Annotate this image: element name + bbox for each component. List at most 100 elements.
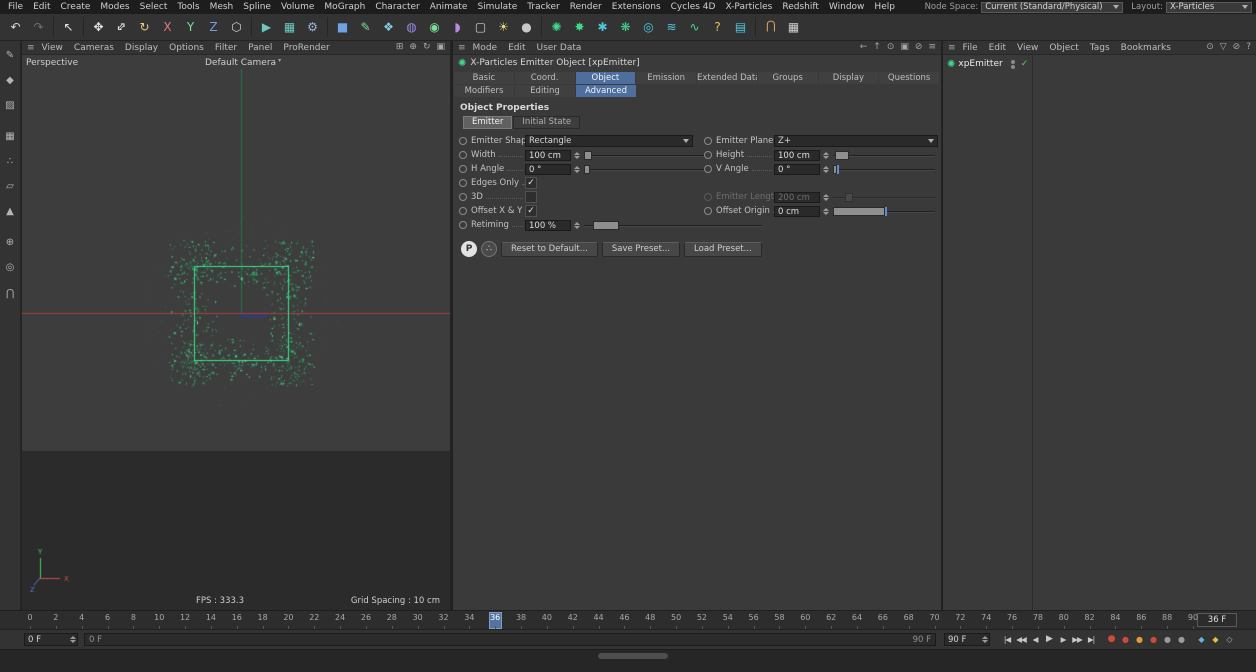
insydium-logo-button[interactable]: P (461, 241, 477, 257)
viewport-menu-options[interactable]: Options (169, 43, 204, 53)
offset-x-y-checkbox[interactable]: ✓ (525, 205, 537, 217)
frame-label-68[interactable]: 68 (904, 613, 914, 622)
live-selection-icon[interactable]: ↖ (57, 16, 80, 39)
frame-label-24[interactable]: 24 (335, 613, 345, 622)
menubar-item-select[interactable]: Select (140, 2, 168, 12)
height-field[interactable]: 100 cm (774, 150, 820, 161)
filter-icon[interactable]: ▽ (1220, 43, 1227, 52)
frame-label-58[interactable]: 58 (774, 613, 784, 622)
attributes-menu-mode[interactable]: Mode (473, 43, 498, 53)
viewport-menu-display[interactable]: Display (125, 43, 158, 53)
frame-label-66[interactable]: 66 (878, 613, 888, 622)
viewport-solo-icon[interactable]: ◎ (1, 258, 20, 277)
solo-button[interactable]: ◇ (1222, 633, 1236, 646)
spinner-arrows[interactable] (821, 192, 830, 203)
menubar-item-animate[interactable]: Animate (430, 2, 468, 12)
frame-label-50[interactable]: 50 (671, 613, 681, 622)
menubar-item-mograph[interactable]: MoGraph (324, 2, 365, 12)
slider-handle[interactable] (593, 221, 619, 230)
goto-end-button[interactable]: ▶| (1084, 633, 1098, 646)
animation-dot[interactable] (459, 137, 467, 145)
frame-label-36[interactable]: 36 (490, 613, 500, 622)
frame-label-48[interactable]: 48 (645, 613, 655, 622)
v-angle-slider[interactable] (833, 164, 935, 175)
frame-label-46[interactable]: 46 (619, 613, 629, 622)
slider-handle[interactable] (835, 151, 849, 160)
lock-icon[interactable]: ⊘ (1233, 43, 1241, 52)
deformer-icon[interactable]: ◗ (446, 16, 469, 39)
tab-groups[interactable]: Groups (758, 72, 818, 84)
coordinate-system-icon[interactable]: ⬡ (225, 16, 248, 39)
object-menu-view[interactable]: View (1017, 43, 1038, 53)
animation-dot[interactable] (704, 165, 712, 173)
range-end-field[interactable]: 90 F (944, 633, 990, 646)
object-name[interactable]: xpEmitter (958, 59, 1002, 69)
slider-handle[interactable] (833, 207, 885, 216)
xp-modifier-icon[interactable]: ✱ (591, 16, 614, 39)
spline-pen-icon[interactable]: ✎ (354, 16, 377, 39)
frame-label-30[interactable]: 30 (413, 613, 423, 622)
spinner-arrows[interactable] (821, 164, 830, 175)
xp-question-icon[interactable]: ? (706, 16, 729, 39)
timeline-ruler[interactable]: 36 F 02468101214161820222426283032343638… (0, 610, 1256, 630)
frame-label-40[interactable]: 40 (542, 613, 552, 622)
tab-advanced[interactable]: Advanced (576, 85, 636, 97)
offset-origin-slider[interactable] (833, 206, 935, 217)
camera-menu-icon[interactable]: ▾ (278, 57, 281, 64)
enable-axis-icon[interactable]: ⊕ (1, 233, 20, 252)
keyframe-rotation-toggle[interactable]: ● (1146, 633, 1160, 646)
spinner-arrows[interactable] (68, 634, 77, 645)
offset-origin-field[interactable]: 0 cm (774, 206, 820, 217)
frame-label-90[interactable]: 90 (1188, 613, 1198, 622)
menubar-item-file[interactable]: File (8, 2, 23, 12)
tab-modifiers[interactable]: Modifiers (454, 85, 514, 97)
frame-label-6[interactable]: 6 (105, 613, 110, 622)
menubar-item-edit[interactable]: Edit (33, 2, 50, 12)
polygons-mode-icon[interactable]: ▲ (1, 202, 20, 221)
help-icon[interactable]: ? (1246, 43, 1251, 52)
menubar-item-create[interactable]: Create (61, 2, 91, 12)
frame-label-42[interactable]: 42 (568, 613, 578, 622)
spinner-arrows[interactable] (572, 150, 581, 161)
animation-dot[interactable] (459, 193, 467, 201)
frame-label-88[interactable]: 88 (1162, 613, 1172, 622)
material-icon[interactable]: ● (515, 16, 538, 39)
search-icon[interactable]: ⊙ (1206, 43, 1214, 52)
xp-cache-icon[interactable]: ▤ (729, 16, 752, 39)
render-settings-icon[interactable]: ⚙ (301, 16, 324, 39)
zoom-view-icon[interactable]: ⊕ (409, 43, 417, 52)
workplane-icon[interactable]: ▦ (782, 16, 805, 39)
xp-emitter-icon[interactable]: ✸ (568, 16, 591, 39)
menubar-item-render[interactable]: Render (570, 2, 602, 12)
frame-label-54[interactable]: 54 (723, 613, 733, 622)
goto-start-button[interactable]: |◀ (1000, 633, 1014, 646)
xp-dynamics-icon[interactable]: ◎ (637, 16, 660, 39)
visibility-dots-icon[interactable] (1011, 60, 1015, 69)
frame-label-10[interactable]: 10 (154, 613, 164, 622)
emitter-length-slider[interactable] (833, 192, 935, 203)
frame-label-78[interactable]: 78 (1033, 613, 1043, 622)
initial-state-button[interactable]: Initial State (513, 116, 580, 129)
animation-dot[interactable] (459, 179, 467, 187)
width-slider[interactable] (584, 150, 704, 161)
frame-label-70[interactable]: 70 (929, 613, 939, 622)
menubar-item-modes[interactable]: Modes (100, 2, 129, 12)
edges-only-checkbox[interactable]: ✓ (525, 177, 537, 189)
menubar-item-simulate[interactable]: Simulate (477, 2, 517, 12)
spinner-arrows[interactable] (821, 206, 830, 217)
keyframe-selection-button[interactable]: ◆ (1208, 633, 1222, 646)
frame-label-74[interactable]: 74 (981, 613, 991, 622)
horizontal-scrollbar[interactable] (598, 653, 668, 659)
keyframe-position-toggle[interactable]: ● (1118, 633, 1132, 646)
tab-extended-data[interactable]: Extended Data (697, 72, 757, 84)
snap-toggle-icon[interactable]: ⋃ (1, 283, 20, 302)
primitive-cube-icon[interactable]: ■ (331, 16, 354, 39)
animation-dot[interactable] (704, 151, 712, 159)
frame-label-52[interactable]: 52 (697, 613, 707, 622)
maximize-view-icon[interactable]: ▣ (436, 43, 445, 52)
menubar-item-extensions[interactable]: Extensions (612, 2, 661, 12)
object-menu-tags[interactable]: Tags (1090, 43, 1110, 53)
frame-label-26[interactable]: 26 (361, 613, 371, 622)
frame-label-72[interactable]: 72 (955, 613, 965, 622)
lock-icon[interactable]: ⊘ (915, 43, 923, 52)
